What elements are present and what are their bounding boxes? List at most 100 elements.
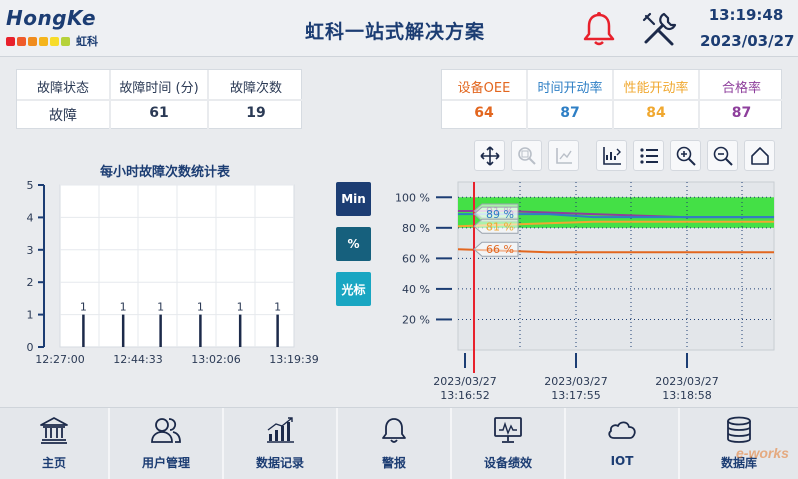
logo-square (39, 36, 48, 46)
kpi-time-rate-header: 时间开动率 (537, 81, 603, 96)
y-tick-label: 5 (27, 179, 34, 192)
database-icon (727, 416, 751, 443)
y-tick-label: 80 % (402, 222, 430, 235)
nav-data-records-label: 数据记录 (255, 456, 304, 470)
bar-value-label: 1 (120, 301, 127, 314)
logo-square (6, 36, 15, 46)
x-tick-date: 2023/03/27 (433, 375, 496, 388)
x-tick-time: 13:16:52 (440, 389, 489, 402)
zoom-out-button[interactable] (707, 140, 738, 171)
mode-cursor-button[interactable]: 光标 (336, 272, 371, 306)
bottom-nav: 主页 用户管理 数据记录 警报 设备绩效 IOT 数据库 (0, 407, 798, 479)
cursor-label-text: 81 % (486, 220, 514, 233)
bar-value-label: 1 (80, 301, 87, 314)
page-title: 虹科一站式解决方案 (305, 21, 486, 43)
performance-trend-chart[interactable]: 20 %40 %60 %80 %100 %91 %89 %81 %66 %202… (390, 178, 790, 403)
x-tick-date: 2023/03/27 (655, 375, 718, 388)
y-tick-label: 2 (27, 276, 34, 289)
list-icon (639, 147, 658, 164)
nav-home-label: 主页 (41, 456, 66, 470)
bar-value-label: 1 (197, 301, 204, 314)
fault-bar-chart: 0 1 2 3 4 5 1 1 1 1 1 1 12:27:00 12:44:33 13:02:06 13:1… (27, 179, 319, 366)
logo-square (61, 36, 70, 46)
bell-icon (382, 418, 406, 443)
nav-equipment-performance[interactable]: 设备绩效 (452, 408, 566, 479)
kpi-oee-value: 64 (474, 105, 494, 121)
nav-data-records[interactable]: 数据记录 (224, 408, 338, 479)
logo-cn: 虹科 (76, 35, 98, 48)
nav-users[interactable]: 用户管理 (110, 408, 224, 479)
mode-percent-button[interactable]: % (336, 227, 371, 261)
y-tick-label: 1 (27, 309, 34, 322)
logo-row: 虹科 (6, 33, 98, 49)
fault-count-header: 故障次数 (229, 81, 282, 96)
kpi-perf-rate-value: 84 (646, 105, 666, 121)
zoom-in-button[interactable] (670, 140, 701, 171)
x-tick-date: 2023/03/27 (544, 375, 607, 388)
zoom-in-icon (676, 146, 696, 166)
y-tick-label: 3 (27, 244, 34, 257)
logo-square (17, 36, 26, 46)
monitor-icon (494, 417, 522, 443)
nav-alarms-label: 警报 (381, 456, 406, 470)
nav-equipment-performance-label: 设备绩效 (483, 456, 532, 470)
home-button[interactable] (744, 140, 775, 171)
nav-database[interactable]: 数据库 (680, 408, 798, 479)
nav-iot[interactable]: IOT (566, 408, 680, 479)
clock: 13:19:48 2023/03/27 (700, 6, 794, 50)
nav-users-label: 用户管理 (141, 456, 190, 470)
watermark: e-works (736, 445, 789, 461)
y-tick-label: 20 % (402, 313, 430, 326)
move-icon (479, 145, 500, 166)
settings-tools-icon[interactable] (640, 10, 678, 52)
zoom-reset-button[interactable] (548, 140, 579, 171)
bar-value-label: 1 (274, 301, 281, 314)
zoom-box-button[interactable] (511, 140, 542, 171)
current-time: 13:19:48 (708, 6, 784, 24)
home-icon (750, 146, 769, 165)
y-tick-label: 40 % (402, 283, 430, 296)
y-tick-label: 4 (27, 211, 34, 224)
y-tick-label: 0 (27, 341, 34, 354)
bar-chart-icon (267, 417, 294, 443)
chart-settings-button[interactable] (596, 140, 627, 171)
logo-text: HongKe (6, 6, 97, 30)
mode-min-button[interactable]: Min (336, 182, 371, 216)
y-tick-label: 60 % (402, 252, 430, 265)
alarm-bell-icon[interactable] (580, 11, 618, 51)
fault-status-table: 故障状态 故障时间 (分) 故障次数 故障 61 19 (16, 69, 303, 130)
move-button[interactable] (474, 140, 505, 171)
nav-iot-label: IOT (610, 454, 634, 468)
zoom-reset-icon (555, 147, 572, 164)
fault-count-value: 19 (246, 105, 266, 121)
nav-alarms[interactable]: 警报 (338, 408, 452, 479)
kpi-table: 设备OEE 时间开动率 性能开动率 合格率 64 87 84 87 (441, 69, 783, 130)
kpi-perf-rate-header: 性能开动率 (623, 81, 689, 96)
zoom-box-icon (517, 146, 536, 165)
logo: HongKe 虹科 (6, 6, 98, 49)
kpi-time-rate-value: 87 (560, 105, 580, 121)
logo-square (50, 36, 59, 46)
header: HongKe 虹科 虹科一站式解决方案 13:19:48 2023/03/27 (0, 0, 798, 57)
users-icon (151, 418, 181, 443)
bar-value-label: 1 (237, 301, 244, 314)
x-tick-label: 12:27:00 (35, 353, 84, 366)
x-tick-label: 12:44:33 (113, 353, 162, 366)
kpi-quality-rate-header: 合格率 (721, 81, 761, 96)
x-tick-label: 13:02:06 (191, 353, 240, 366)
fault-state-header: 故障状态 (36, 81, 89, 96)
fault-time-header: 故障时间 (分) (119, 81, 199, 96)
cursor-label: 66 % (473, 241, 519, 257)
bank-icon (40, 417, 68, 444)
bar-value-label: 1 (157, 301, 164, 314)
chart-settings-icon (602, 146, 621, 165)
cursor-label: 81 % (473, 218, 519, 234)
x-tick-label: 13:19:39 (269, 353, 318, 366)
zoom-out-icon (713, 146, 733, 166)
x-tick-time: 13:17:55 (551, 389, 600, 402)
logo-square (28, 36, 37, 46)
cursor-label-text: 66 % (486, 243, 514, 256)
list-button[interactable] (633, 140, 664, 171)
nav-home[interactable]: 主页 (0, 408, 110, 479)
fault-time-value: 61 (149, 105, 169, 121)
